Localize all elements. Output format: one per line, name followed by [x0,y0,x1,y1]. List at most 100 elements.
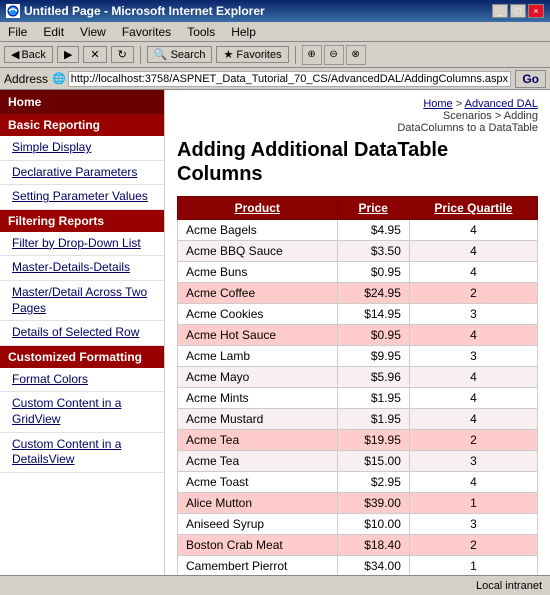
table-row[interactable]: Acme Tea$15.003 [178,451,538,472]
page-title: Adding Additional DataTable Columns [177,138,538,186]
sidebar-home-item[interactable]: Home [0,90,164,114]
table-row[interactable]: Acme Toast$2.954 [178,472,538,493]
close-button[interactable]: × [528,4,544,18]
breadcrumb-advanced-dal-link[interactable]: Advanced DAL [465,98,538,110]
cell-quartile: 3 [409,346,537,367]
back-button[interactable]: ◀ Back [4,46,53,63]
menu-file[interactable]: File [4,25,31,39]
breadcrumb-separator-1: > [456,98,465,110]
maximize-button[interactable]: □ [510,4,526,18]
minimize-button[interactable]: _ [492,4,508,18]
cell-price: $24.95 [337,283,409,304]
table-row[interactable]: Acme Mustard$1.954 [178,409,538,430]
breadcrumb-separator-2: > [495,110,504,122]
table-row[interactable]: Acme BBQ Sauce$3.504 [178,241,538,262]
cell-quartile: 1 [409,556,537,577]
cell-price: $19.95 [337,430,409,451]
sidebar-item-setting-parameter-values[interactable]: Setting Parameter Values [0,185,164,210]
table-row[interactable]: Aniseed Syrup$10.003 [178,514,538,535]
sidebar: Home Basic Reporting Simple Display Decl… [0,90,165,595]
sidebar-item-declarative-parameters[interactable]: Declarative Parameters [0,161,164,186]
table-row[interactable]: Boston Crab Meat$18.402 [178,535,538,556]
cell-quartile: 3 [409,451,537,472]
sidebar-item-custom-content-detailsview[interactable]: Custom Content in a DetailsView [0,433,164,473]
status-bar: Local intranet [0,575,550,595]
cell-quartile: 4 [409,262,537,283]
sidebar-item-master-detail-two-pages[interactable]: Master/Detail Across Two Pages [0,281,164,321]
page-content: Home > Advanced DAL Scenarios > AddingDa… [165,90,550,595]
sidebar-item-master-details-details[interactable]: Master-Details-Details [0,256,164,281]
cell-quartile: 4 [409,367,537,388]
go-button[interactable]: Go [515,70,546,88]
table-row[interactable]: Camembert Pierrot$34.001 [178,556,538,577]
window-controls[interactable]: _ □ × [492,4,544,18]
media-icon-2[interactable]: ⊖ [324,45,344,65]
sidebar-section-customized-formatting[interactable]: Customized Formatting [0,346,164,368]
cell-price: $10.00 [337,514,409,535]
table-row[interactable]: Acme Hot Sauce$0.954 [178,325,538,346]
refresh-button[interactable]: ↻ [111,46,134,63]
column-header-product[interactable]: Product [178,197,338,220]
column-header-quartile[interactable]: Price Quartile [409,197,537,220]
media-icon-1[interactable]: ⊕ [302,45,322,65]
back-arrow-icon: ◀ [11,48,19,61]
menu-edit[interactable]: Edit [39,25,68,39]
sidebar-section-basic-reporting[interactable]: Basic Reporting [0,114,164,136]
sidebar-item-filter-dropdown[interactable]: Filter by Drop-Down List [0,232,164,257]
title-bar: Untitled Page - Microsoft Internet Explo… [0,0,550,22]
cell-product: Acme Bagels [178,220,338,241]
cell-product: Acme Toast [178,472,338,493]
address-bar: Address 🌐 Go [0,68,550,90]
table-row[interactable]: Acme Mayo$5.964 [178,367,538,388]
menu-view[interactable]: View [76,25,110,39]
cell-quartile: 2 [409,283,537,304]
table-row[interactable]: Acme Lamb$9.953 [178,346,538,367]
menu-favorites[interactable]: Favorites [118,25,175,39]
cell-price: $3.50 [337,241,409,262]
cell-quartile: 4 [409,409,537,430]
cell-quartile: 2 [409,535,537,556]
column-header-price[interactable]: Price [337,197,409,220]
cell-price: $1.95 [337,409,409,430]
media-icon-3[interactable]: ⊗ [346,45,366,65]
cell-quartile: 1 [409,493,537,514]
cell-quartile: 4 [409,388,537,409]
menu-help[interactable]: Help [227,25,260,39]
cell-quartile: 4 [409,472,537,493]
forward-arrow-icon: ▶ [64,48,72,61]
media-buttons: ⊕ ⊖ ⊗ [302,45,366,65]
forward-button[interactable]: ▶ [57,46,79,63]
cell-price: $34.00 [337,556,409,577]
menu-tools[interactable]: Tools [183,25,219,39]
cell-product: Acme Coffee [178,283,338,304]
data-table: Product Price Price Quartile Acme Bagels… [177,196,538,595]
address-input[interactable] [68,71,512,87]
ie-icon [6,4,20,18]
sidebar-item-custom-content-gridview[interactable]: Custom Content in a GridView [0,392,164,432]
sidebar-item-simple-display[interactable]: Simple Display [0,136,164,161]
cell-product: Acme Hot Sauce [178,325,338,346]
table-row[interactable]: Acme Mints$1.954 [178,388,538,409]
breadcrumb-home-link[interactable]: Home [423,98,452,110]
cell-product: Boston Crab Meat [178,535,338,556]
title-bar-left: Untitled Page - Microsoft Internet Explo… [6,4,265,18]
sidebar-item-format-colors[interactable]: Format Colors [0,368,164,393]
cell-price: $39.00 [337,493,409,514]
toolbar-separator-2 [295,46,296,64]
sidebar-section-filtering-reports[interactable]: Filtering Reports [0,210,164,232]
search-button[interactable]: 🔍 Search [147,46,213,63]
table-row[interactable]: Acme Tea$19.952 [178,430,538,451]
table-row[interactable]: Acme Bagels$4.954 [178,220,538,241]
table-row[interactable]: Alice Mutton$39.001 [178,493,538,514]
favorites-button[interactable]: ★ Favorites [216,46,288,63]
breadcrumb: Home > Advanced DAL Scenarios > AddingDa… [177,98,538,134]
stop-button[interactable]: ✕ [83,46,106,63]
sidebar-item-details-selected-row[interactable]: Details of Selected Row [0,321,164,346]
cell-product: Alice Mutton [178,493,338,514]
table-row[interactable]: Acme Buns$0.954 [178,262,538,283]
table-row[interactable]: Acme Coffee$24.952 [178,283,538,304]
main-content-area: Home Basic Reporting Simple Display Decl… [0,90,550,595]
table-row[interactable]: Acme Cookies$14.953 [178,304,538,325]
status-zone: Local intranet [476,580,542,592]
cell-product: Acme Lamb [178,346,338,367]
